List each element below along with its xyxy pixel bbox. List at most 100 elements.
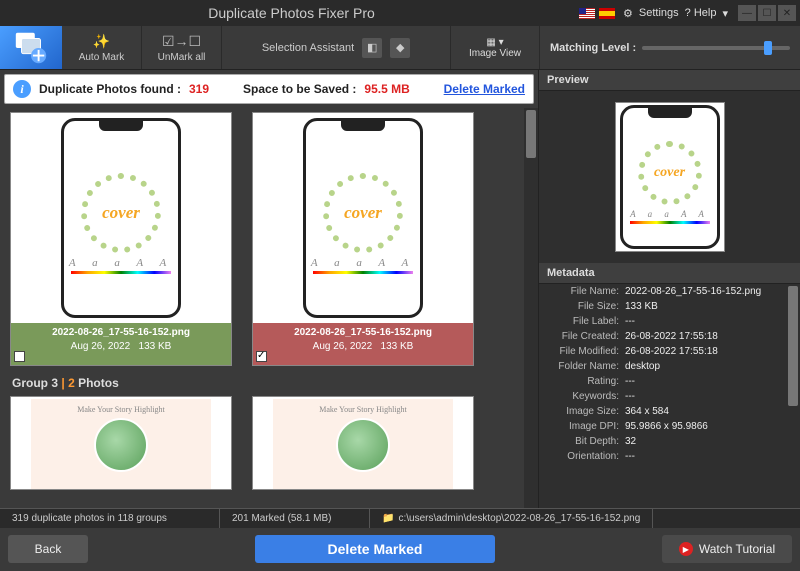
- metadata-key: File Modified:: [543, 346, 625, 357]
- photo-filename: 2022-08-26_17-55-16-152.png: [11, 327, 231, 338]
- folder-icon: 📁: [382, 513, 394, 524]
- metadata-header: Metadata: [539, 263, 800, 284]
- photo-card-original[interactable]: cover A a a A A 2022-08-26_17-55-16-152.…: [10, 112, 232, 366]
- photo-card-duplicate[interactable]: cover A a a A A 2022-08-26_17-55-16-152.…: [252, 112, 474, 366]
- bottom-bar: Back Delete Marked ▶ Watch Tutorial: [0, 528, 800, 570]
- group-count: 2: [68, 376, 75, 390]
- metadata-row: Image Size:364 x 584: [539, 404, 800, 419]
- title-bar: Duplicate Photos Fixer Pro ⚙ Settings ? …: [0, 0, 800, 26]
- metadata-row: Image DPI:95.9866 x 95.9866: [539, 419, 800, 434]
- metadata-row: Bit Depth:32: [539, 434, 800, 449]
- space-value: 95.5 MB: [364, 82, 409, 96]
- metadata-row: Orientation:---: [539, 449, 800, 464]
- settings-link[interactable]: Settings: [639, 7, 679, 19]
- metadata-scrollbar[interactable]: [786, 284, 800, 508]
- logo-icon: [12, 29, 50, 67]
- select-all-button[interactable]: ◧: [362, 38, 382, 58]
- phone-mockup: cover A a a A A: [61, 118, 181, 318]
- found-count: 319: [189, 82, 209, 96]
- status-path: 📁c:\users\admin\desktop\2022-08-26_17-55…: [370, 509, 653, 528]
- metadata-value: 26-08-2022 17:55:18: [625, 331, 718, 342]
- delete-marked-button[interactable]: Delete Marked: [255, 535, 495, 563]
- photo-filename: 2022-08-26_17-55-16-152.png: [253, 327, 473, 338]
- metadata-value: 2022-08-26_17-55-16-152.png: [625, 286, 761, 297]
- eraser-button[interactable]: ◆: [390, 38, 410, 58]
- back-button[interactable]: Back: [8, 535, 88, 563]
- minimize-button[interactable]: —: [738, 5, 756, 21]
- scrollbar-thumb[interactable]: [526, 110, 536, 158]
- flag-us-icon[interactable]: [579, 8, 595, 19]
- metadata-row: File Modified:26-08-2022 17:55:18: [539, 344, 800, 359]
- metadata-value: 133 KB: [625, 301, 658, 312]
- photo-card[interactable]: Make Your Story Highlight: [252, 396, 474, 490]
- status-marked: 201 Marked (58.1 MB): [220, 509, 370, 528]
- metadata-row: File Created:26-08-2022 17:55:18: [539, 329, 800, 344]
- photo-checkbox-checked[interactable]: [256, 351, 267, 362]
- metadata-row: File Name:2022-08-26_17-55-16-152.png: [539, 284, 800, 299]
- metadata-value: ---: [625, 451, 635, 462]
- app-logo: [0, 26, 62, 69]
- metadata-key: File Label:: [543, 316, 625, 327]
- metadata-key: Image Size:: [543, 406, 625, 417]
- metadata-key: File Size:: [543, 301, 625, 312]
- top-menu: ⚙ Settings ? Help ▾: [623, 7, 728, 20]
- group-photos-label: Photos: [78, 376, 119, 390]
- delete-marked-link[interactable]: Delete Marked: [444, 82, 525, 96]
- close-button[interactable]: ✕: [778, 5, 796, 21]
- watch-tutorial-button[interactable]: ▶ Watch Tutorial: [662, 535, 792, 563]
- gallery-row: cover A a a A A 2022-08-26_17-55-16-152.…: [10, 112, 534, 366]
- wand-icon: ✨: [93, 33, 110, 50]
- gallery: cover A a a A A 2022-08-26_17-55-16-152.…: [0, 108, 538, 508]
- maximize-button[interactable]: ☐: [758, 5, 776, 21]
- grid-icon: ▦ ▾: [486, 37, 503, 48]
- metadata-key: Orientation:: [543, 451, 625, 462]
- metadata-value: 95.9866 x 95.9866: [625, 421, 708, 432]
- metadata-value: 32: [625, 436, 636, 447]
- gallery-row: Make Your Story Highlight Make Your Stor…: [10, 396, 534, 490]
- help-link[interactable]: ? Help: [685, 7, 717, 19]
- metadata-key: Keywords:: [543, 391, 625, 402]
- photo-caption: 2022-08-26_17-55-16-152.png Aug 26, 2022…: [11, 323, 231, 365]
- image-view-button[interactable]: ▦ ▾ Image View: [450, 26, 540, 69]
- scrollbar-thumb[interactable]: [788, 286, 798, 406]
- play-icon: ▶: [679, 542, 693, 556]
- help-arrow-icon[interactable]: ▾: [722, 7, 728, 20]
- metadata-row: Keywords:---: [539, 389, 800, 404]
- found-label: Duplicate Photos found :: [39, 82, 181, 96]
- slider-thumb[interactable]: [764, 41, 772, 55]
- photo-caption: 2022-08-26_17-55-16-152.png Aug 26, 2022…: [253, 323, 473, 365]
- results-pane: i Duplicate Photos found : 319 Space to …: [0, 70, 538, 508]
- photo-checkbox[interactable]: [14, 351, 25, 362]
- metadata-row: Folder Name:desktop: [539, 359, 800, 374]
- image-view-label: Image View: [469, 48, 521, 59]
- app-title: Duplicate Photos Fixer Pro: [4, 5, 579, 21]
- matching-level-slider[interactable]: [642, 46, 790, 50]
- metadata-key: Image DPI:: [543, 421, 625, 432]
- phone-mockup: cover A a a A A: [620, 105, 720, 249]
- select-all-icon: ◧: [367, 41, 377, 54]
- metadata-key: Rating:: [543, 376, 625, 387]
- metadata-body: File Name:2022-08-26_17-55-16-152.png Fil…: [539, 284, 800, 508]
- group-label: Group 3: [12, 376, 58, 390]
- preview-area: cover A a a A A: [539, 91, 800, 263]
- flag-es-icon[interactable]: [599, 8, 615, 19]
- metadata-value: desktop: [625, 361, 660, 372]
- status-bar: 319 duplicate photos in 118 groups 201 M…: [0, 508, 800, 528]
- auto-mark-label: Auto Mark: [79, 52, 125, 63]
- language-flags[interactable]: [579, 8, 615, 19]
- gear-icon: ⚙: [623, 7, 633, 20]
- eraser-icon: ◆: [396, 41, 404, 54]
- matching-level-label: Matching Level :: [550, 42, 636, 54]
- selection-assistant-label: Selection Assistant: [262, 42, 354, 54]
- preview-image: cover A a a A A: [615, 102, 725, 252]
- gallery-scrollbar[interactable]: [524, 108, 538, 508]
- unmark-all-button[interactable]: ☑→☐ UnMark all: [142, 26, 222, 69]
- photo-card[interactable]: Make Your Story Highlight: [10, 396, 232, 490]
- info-bar: i Duplicate Photos found : 319 Space to …: [4, 74, 534, 104]
- preview-header: Preview: [539, 70, 800, 91]
- metadata-value: ---: [625, 391, 635, 402]
- auto-mark-button[interactable]: ✨ Auto Mark: [62, 26, 142, 69]
- metadata-row: Rating:---: [539, 374, 800, 389]
- space-label: Space to be Saved :: [243, 82, 356, 96]
- metadata-row: File Label:---: [539, 314, 800, 329]
